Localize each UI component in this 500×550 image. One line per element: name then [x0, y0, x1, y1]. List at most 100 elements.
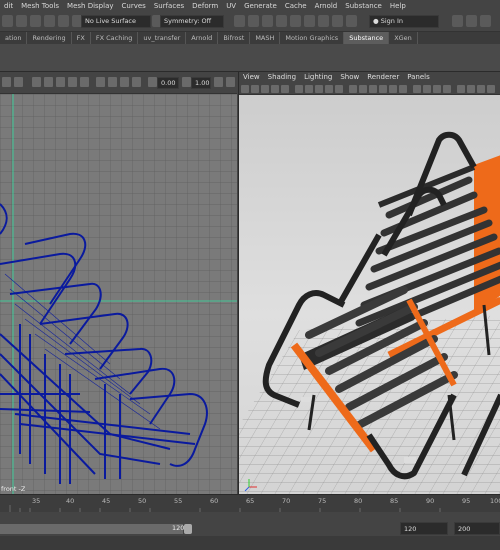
shelf-tab-mash[interactable]: MASH	[250, 32, 281, 44]
lights-icon[interactable]	[389, 85, 397, 93]
menu-surfaces[interactable]: Surfaces	[150, 2, 188, 10]
shadows-icon[interactable]	[399, 85, 407, 93]
grid-toggle-icon[interactable]	[14, 77, 23, 87]
ipr-render-icon[interactable]	[248, 15, 259, 27]
shelf-tab-fx[interactable]: FX	[72, 32, 91, 44]
menu-help[interactable]: Help	[386, 2, 410, 10]
wireframe-on-shaded-icon[interactable]	[120, 77, 129, 87]
arnold-sky-icon[interactable]	[346, 15, 357, 27]
xray-icon[interactable]	[96, 77, 105, 87]
tick-label: 75	[318, 497, 327, 505]
sign-in-button[interactable]: ● Sign In	[369, 15, 439, 28]
menu-generate[interactable]: Generate	[240, 2, 281, 10]
symmetry-dropdown[interactable]: Symmetry: Off	[160, 15, 224, 28]
wireframe-icon[interactable]	[349, 85, 357, 93]
gamma-field[interactable]: 1.00	[191, 77, 211, 89]
xray-icon[interactable]	[467, 85, 475, 93]
texture-icon[interactable]	[379, 85, 387, 93]
arnold-light-icon[interactable]	[332, 15, 343, 27]
range-end-label: 120	[172, 524, 185, 532]
menu-arnold[interactable]: Arnold	[311, 2, 342, 10]
menu-deform[interactable]: Deform	[188, 2, 222, 10]
shelf-tab-uv-transfer[interactable]: uv_transfer	[138, 32, 187, 44]
snap-curve-icon[interactable]	[58, 15, 69, 27]
panel-menu-panels[interactable]: Panels	[403, 72, 434, 83]
camera-attributes-icon[interactable]	[251, 85, 259, 93]
xray-joints-icon[interactable]	[132, 77, 141, 87]
panel-menu-shading[interactable]: Shading	[264, 72, 300, 83]
isolate-icon[interactable]	[457, 85, 465, 93]
paint-select-icon[interactable]	[30, 15, 41, 27]
film-gate-icon[interactable]	[315, 85, 323, 93]
depth-of-field-icon[interactable]	[443, 85, 451, 93]
bookmark-icon[interactable]	[261, 85, 269, 93]
select-camera-icon[interactable]	[2, 77, 11, 87]
lights-icon[interactable]	[68, 77, 77, 87]
shelf-tab-xgen[interactable]: XGen	[389, 32, 418, 44]
resolution-gate-icon[interactable]	[325, 85, 333, 93]
shelf-tab-arnold[interactable]: Arnold	[186, 32, 219, 44]
menu-cache[interactable]: Cache	[281, 2, 311, 10]
panel-menu-view[interactable]: View	[239, 72, 264, 83]
range-handle[interactable]	[184, 524, 192, 534]
command-line[interactable]	[0, 536, 500, 550]
shelf-tab-fx-caching[interactable]: FX Caching	[91, 32, 139, 44]
select-icon[interactable]	[2, 15, 13, 27]
isolate-icon[interactable]	[108, 77, 117, 87]
render-icon[interactable]	[234, 15, 245, 27]
xray-joints-icon[interactable]	[487, 85, 495, 93]
channel-box-icon[interactable]	[480, 15, 491, 27]
front-viewport[interactable]: front -Z	[0, 94, 237, 494]
arnold-render-icon[interactable]	[318, 15, 329, 27]
hypershade-icon[interactable]	[276, 15, 287, 27]
smooth-shade-icon[interactable]	[44, 77, 53, 87]
perspective-viewport[interactable]	[239, 95, 500, 494]
shadows-icon[interactable]	[80, 77, 89, 87]
gamma-icon[interactable]	[182, 77, 191, 87]
wireframe-icon[interactable]	[32, 77, 41, 87]
panel-menu-lighting[interactable]: Lighting	[300, 72, 336, 83]
render-setup-icon[interactable]	[290, 15, 301, 27]
attribute-editor-icon[interactable]	[466, 15, 477, 27]
range-slider-track[interactable]	[0, 524, 183, 534]
select-camera-icon[interactable]	[241, 85, 249, 93]
menu-substance[interactable]: Substance	[341, 2, 386, 10]
color-management-icon[interactable]	[214, 77, 223, 87]
exposure-icon[interactable]	[148, 77, 157, 87]
light-editor-icon[interactable]	[304, 15, 315, 27]
exposure-field[interactable]: 0.00	[157, 77, 179, 89]
grease-pencil-icon[interactable]	[295, 85, 303, 93]
panel-menu-show[interactable]: Show	[336, 72, 363, 83]
panel-menu-icon[interactable]	[226, 77, 235, 87]
shelf-tab-animation[interactable]: ation	[0, 32, 28, 44]
live-surface-field[interactable]: No Live Surface	[81, 15, 151, 28]
shelf-tab-bifrost[interactable]: Bifrost	[218, 32, 251, 44]
shelf-tab-rendering[interactable]: Rendering	[27, 32, 72, 44]
snap-grid-icon[interactable]	[44, 15, 55, 27]
modeling-toolkit-icon[interactable]	[452, 15, 463, 27]
two-d-pan-icon[interactable]	[281, 85, 289, 93]
animation-total-field[interactable]: 200	[454, 522, 500, 535]
menu-edit[interactable]: dit	[0, 2, 17, 10]
image-plane-icon[interactable]	[271, 85, 279, 93]
menu-mesh-tools[interactable]: Mesh Tools	[17, 2, 63, 10]
menu-mesh-display[interactable]: Mesh Display	[63, 2, 117, 10]
menu-curves[interactable]: Curves	[118, 2, 150, 10]
texture-icon[interactable]	[56, 77, 65, 87]
lasso-icon[interactable]	[16, 15, 27, 27]
menu-uv[interactable]: UV	[222, 2, 240, 10]
motion-blur-icon[interactable]	[423, 85, 431, 93]
animation-end-field[interactable]: 120	[400, 522, 448, 535]
smooth-shade-icon[interactable]	[359, 85, 367, 93]
grid-toggle-icon[interactable]	[305, 85, 313, 93]
gate-mask-icon[interactable]	[335, 85, 343, 93]
wireframe-on-shaded-icon[interactable]	[477, 85, 485, 93]
default-material-icon[interactable]	[369, 85, 377, 93]
panel-menu-renderer[interactable]: Renderer	[363, 72, 403, 83]
shelf-tab-substance[interactable]: Substance	[344, 32, 390, 44]
time-slider[interactable]: 35 40 45 50 55 60 65 70 75 80 85 90 95 1…	[0, 494, 500, 513]
render-settings-icon[interactable]	[262, 15, 273, 27]
ambient-occlusion-icon[interactable]	[413, 85, 421, 93]
shelf-tab-motion-graphics[interactable]: Motion Graphics	[280, 32, 345, 44]
anti-aliasing-icon[interactable]	[433, 85, 441, 93]
